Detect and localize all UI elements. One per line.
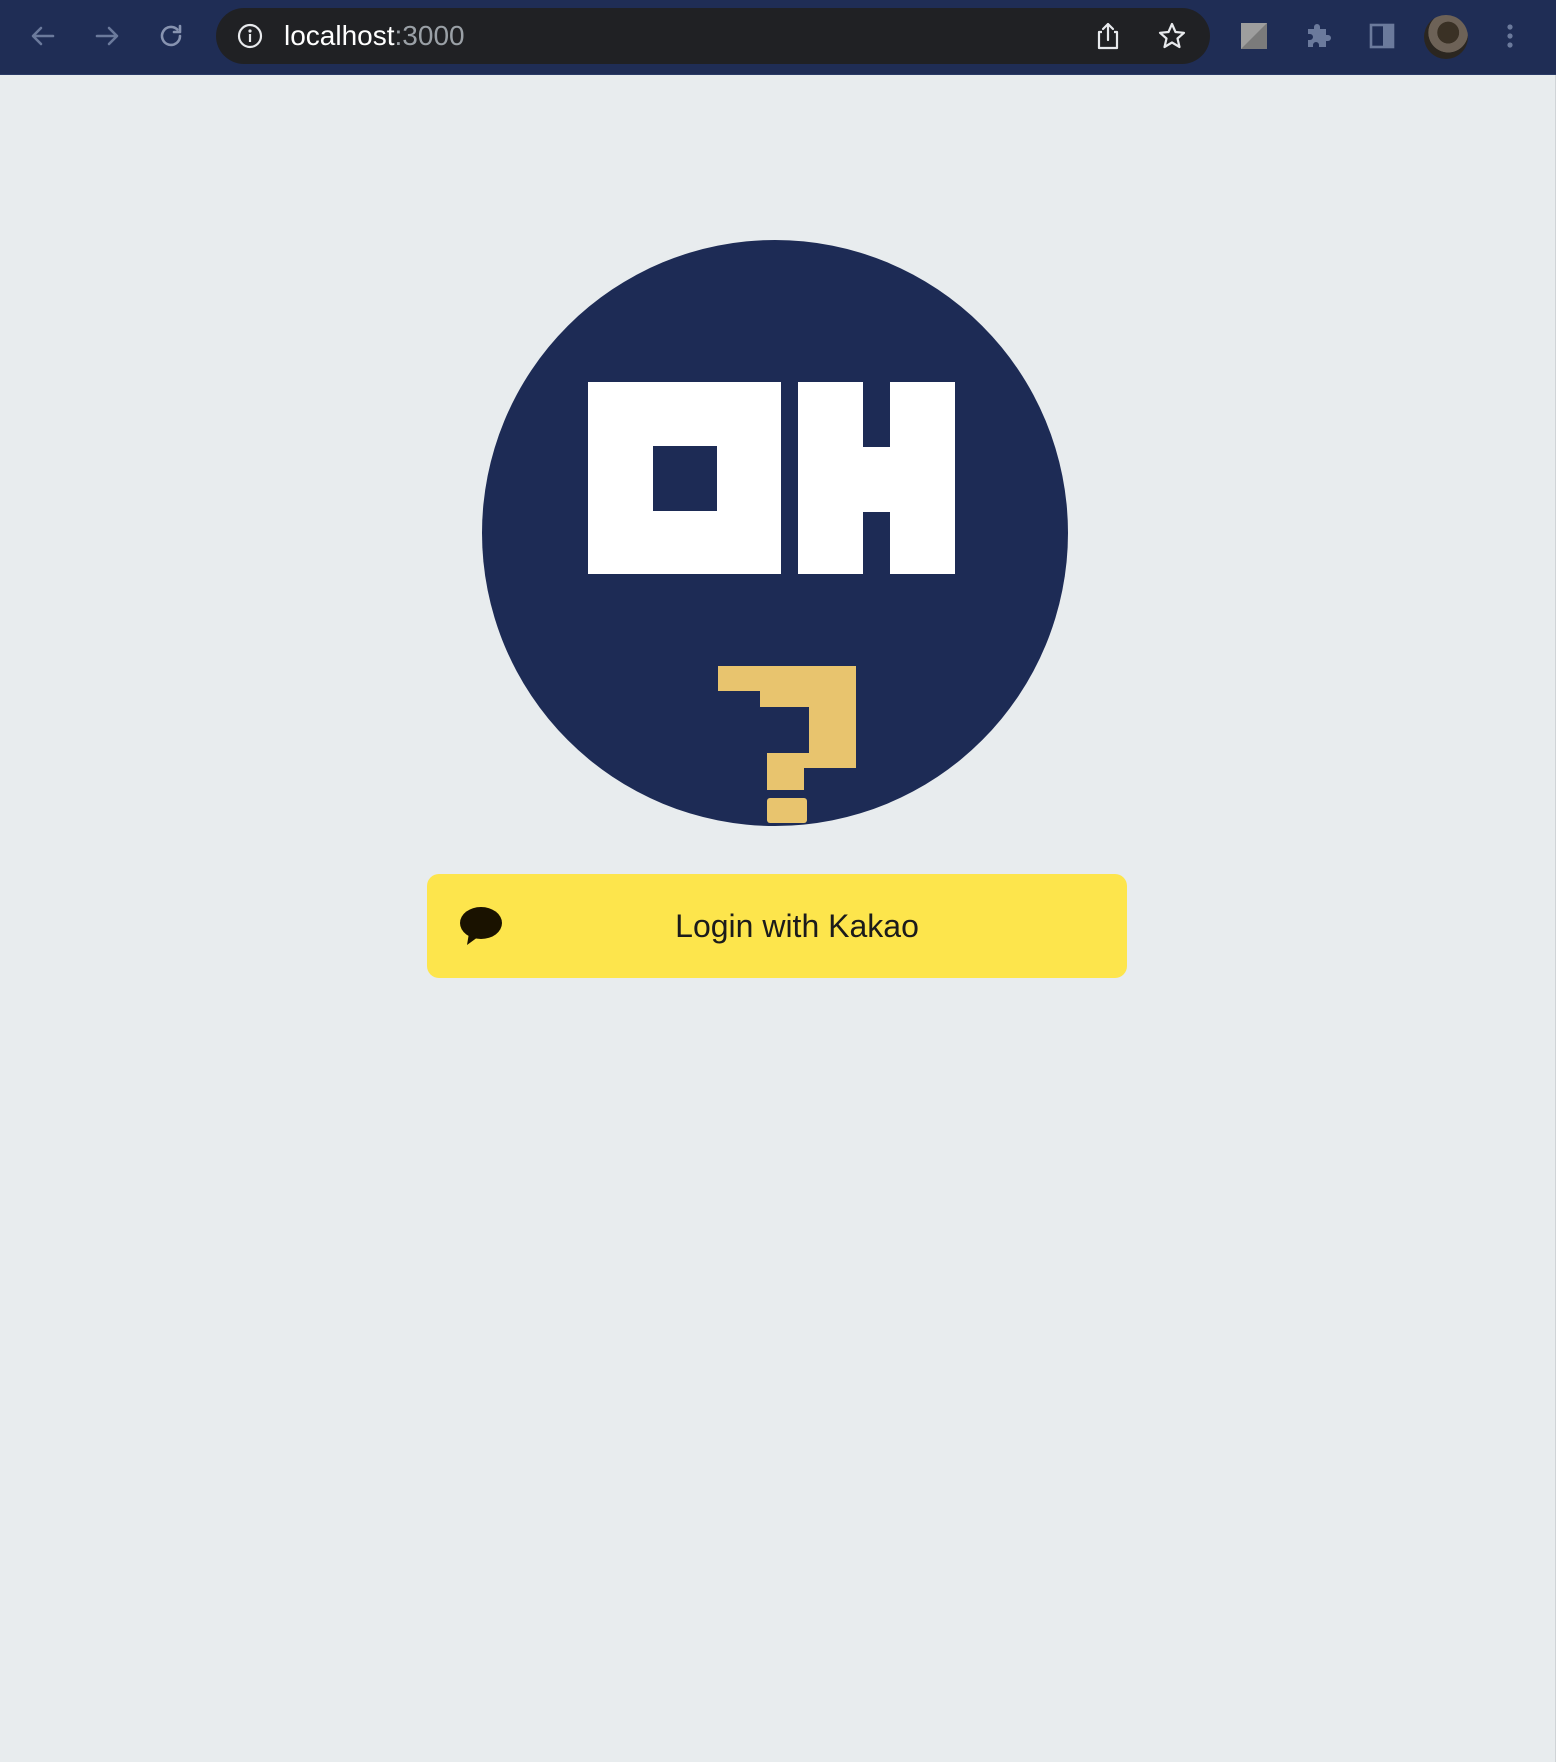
extension-tile-button[interactable] <box>1234 16 1274 56</box>
url-host: localhost <box>284 20 395 51</box>
url-port: :3000 <box>394 20 465 51</box>
side-panel-icon <box>1369 23 1395 49</box>
info-icon[interactable] <box>236 22 264 50</box>
extensions-button[interactable] <box>1298 16 1338 56</box>
app-logo <box>482 240 1068 826</box>
address-bar[interactable]: localhost:3000 <box>216 8 1210 64</box>
page-viewport: Login with Kakao <box>0 75 1555 1762</box>
side-panel-button[interactable] <box>1362 16 1402 56</box>
star-icon <box>1158 22 1186 49</box>
profile-avatar[interactable] <box>1424 15 1468 59</box>
extension-tile-icon <box>1241 23 1267 49</box>
reload-icon <box>160 24 182 47</box>
puzzle-icon <box>1308 24 1331 47</box>
kebab-menu-icon <box>1507 24 1513 48</box>
browser-menu-button[interactable] <box>1490 16 1530 56</box>
reload-button[interactable] <box>151 16 191 56</box>
browser-window: localhost:3000 Login with Kakao <box>0 0 1556 1762</box>
forward-button[interactable] <box>87 16 127 56</box>
arrow-right-icon <box>95 26 119 46</box>
login-button-label: Login with Kakao <box>675 908 919 944</box>
share-button[interactable] <box>1092 20 1124 52</box>
browser-toolbar: localhost:3000 <box>0 0 1556 75</box>
back-button[interactable] <box>23 16 63 56</box>
login-with-kakao-button[interactable]: Login with Kakao <box>427 874 1127 978</box>
bookmark-button[interactable] <box>1156 20 1188 52</box>
share-icon <box>1097 22 1119 50</box>
arrow-left-icon <box>31 26 55 46</box>
url-text[interactable]: localhost:3000 <box>284 8 465 64</box>
